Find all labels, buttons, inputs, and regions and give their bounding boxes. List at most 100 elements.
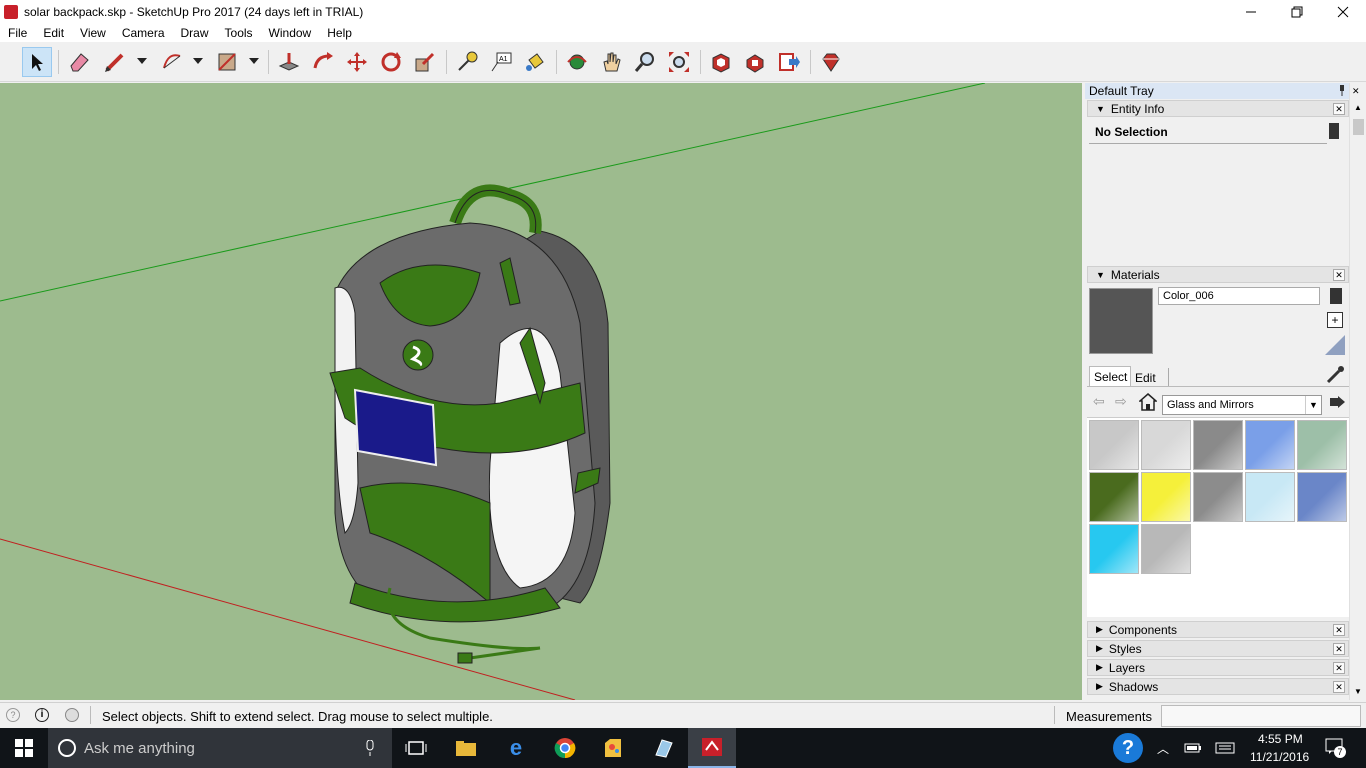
rotate-tool-button[interactable] xyxy=(376,47,406,77)
material-name-field[interactable]: Color_006 xyxy=(1158,287,1320,305)
glass-swatch-2[interactable] xyxy=(1141,420,1191,470)
restore-button[interactable] xyxy=(1274,0,1320,24)
file-explorer-button[interactable] xyxy=(454,736,478,760)
battery-icon[interactable] xyxy=(1181,736,1205,760)
glass-swatch-3[interactable] xyxy=(1193,420,1243,470)
cortana-search-box[interactable]: Ask me anything xyxy=(48,728,392,768)
snipping-tool-button[interactable] xyxy=(651,736,675,760)
user-account-icon[interactable] xyxy=(65,708,79,722)
chrome-browser-button[interactable] xyxy=(553,736,577,760)
glass-swatch-1[interactable] xyxy=(1089,420,1139,470)
close-icon[interactable]: ✕ xyxy=(1333,624,1345,636)
back-arrow-icon[interactable]: ⇦ xyxy=(1093,393,1105,410)
send-to-layout-button[interactable] xyxy=(774,47,804,77)
menu-draw[interactable]: Draw xyxy=(173,26,217,40)
glass-swatch-5[interactable] xyxy=(1297,420,1347,470)
zoom-tool-button[interactable] xyxy=(630,47,660,77)
extension-warehouse-button[interactable] xyxy=(740,47,770,77)
3d-warehouse-button[interactable] xyxy=(706,47,736,77)
glass-swatch-9[interactable] xyxy=(1245,472,1295,522)
clock-date[interactable]: 11/21/2016 xyxy=(1250,750,1309,764)
start-button[interactable] xyxy=(12,736,36,760)
close-icon[interactable]: ✕ xyxy=(1333,662,1345,674)
styles-header[interactable]: ▶ Styles ✕ xyxy=(1087,640,1349,657)
tray-scrollbar[interactable]: ✕ ▲ ▼ xyxy=(1349,83,1366,700)
action-center-button[interactable]: 7 xyxy=(1325,738,1347,758)
paint-app-button[interactable] xyxy=(601,736,625,760)
scene-canvas[interactable] xyxy=(0,83,1082,700)
line-tool-dropdown[interactable] xyxy=(137,58,147,64)
rectangle-tool-dropdown[interactable] xyxy=(249,58,259,64)
menu-help[interactable]: Help xyxy=(319,26,360,40)
default-material-icon[interactable] xyxy=(1325,335,1345,355)
close-icon[interactable]: ✕ xyxy=(1333,681,1345,693)
tab-select[interactable]: Select xyxy=(1089,366,1131,386)
layers-header[interactable]: ▶ Layers ✕ xyxy=(1087,659,1349,676)
sketchup-taskbar-button[interactable] xyxy=(688,728,736,768)
glass-swatch-12[interactable] xyxy=(1141,524,1191,574)
forward-arrow-icon[interactable]: ⇨ xyxy=(1115,393,1127,410)
pin-icon[interactable] xyxy=(1337,84,1347,99)
menu-camera[interactable]: Camera xyxy=(114,26,173,40)
select-tool-button[interactable] xyxy=(22,47,52,77)
eraser-tool-button[interactable] xyxy=(64,47,94,77)
zoom-extents-tool-button[interactable] xyxy=(664,47,694,77)
eyedropper-icon[interactable] xyxy=(1325,364,1345,384)
glass-swatch-6[interactable] xyxy=(1089,472,1139,522)
help-circle-icon[interactable]: ? xyxy=(1113,733,1143,763)
line-tool-button[interactable] xyxy=(100,47,130,77)
create-material-icon[interactable]: + xyxy=(1327,312,1343,328)
task-view-button[interactable] xyxy=(404,736,428,760)
materials-header[interactable]: ▼ Materials ✕ xyxy=(1087,266,1349,283)
home-icon[interactable] xyxy=(1139,393,1157,411)
close-button[interactable] xyxy=(1320,0,1366,24)
menu-file[interactable]: File xyxy=(0,26,35,40)
close-icon[interactable]: ✕ xyxy=(1352,86,1360,97)
shadows-header[interactable]: ▶ Shadows ✕ xyxy=(1087,678,1349,695)
menu-window[interactable]: Window xyxy=(261,26,320,40)
modeling-viewport[interactable] xyxy=(0,83,1082,700)
menu-edit[interactable]: Edit xyxy=(35,26,72,40)
tab-edit[interactable]: Edit xyxy=(1131,368,1169,386)
arc-tool-button[interactable] xyxy=(157,47,187,77)
menu-view[interactable]: View xyxy=(72,26,114,40)
glass-swatch-10[interactable] xyxy=(1297,472,1347,522)
details-arrow-icon[interactable] xyxy=(1328,393,1346,411)
info-icon[interactable]: i xyxy=(35,708,49,722)
move-tool-button[interactable] xyxy=(342,47,372,77)
glass-swatch-8[interactable] xyxy=(1193,472,1243,522)
rectangle-tool-button[interactable] xyxy=(212,47,242,77)
close-icon[interactable]: ✕ xyxy=(1333,269,1345,281)
glass-swatch-4[interactable] xyxy=(1245,420,1295,470)
scale-tool-button[interactable] xyxy=(410,47,440,77)
geo-location-icon[interactable]: ? xyxy=(6,708,20,722)
clock-time[interactable]: 4:55 PM xyxy=(1258,732,1303,746)
close-icon[interactable]: ✕ xyxy=(1333,103,1345,115)
arc-tool-dropdown[interactable] xyxy=(193,58,203,64)
scroll-down-icon[interactable]: ▼ xyxy=(1354,687,1362,696)
show-hidden-icons-chevron-icon[interactable]: ︿ xyxy=(1151,736,1175,760)
pan-tool-button[interactable] xyxy=(596,47,626,77)
follow-me-tool-button[interactable] xyxy=(308,47,338,77)
keyboard-icon[interactable] xyxy=(1213,736,1237,760)
entity-info-header[interactable]: ▼ Entity Info ✕ xyxy=(1087,100,1349,117)
close-icon[interactable]: ✕ xyxy=(1333,643,1345,655)
minimize-button[interactable] xyxy=(1228,0,1274,24)
scroll-thumb[interactable] xyxy=(1353,119,1364,135)
push-pull-tool-button[interactable] xyxy=(274,47,304,77)
display-secondary-icon[interactable] xyxy=(1330,288,1342,304)
orbit-tool-button[interactable] xyxy=(562,47,592,77)
material-preview[interactable] xyxy=(1089,288,1153,354)
text-tool-button[interactable]: A1 xyxy=(486,47,516,77)
entity-info-toggle-icon[interactable] xyxy=(1329,123,1339,139)
edge-browser-button[interactable]: e xyxy=(504,735,528,760)
paint-bucket-tool-button[interactable] xyxy=(520,47,550,77)
tape-measure-tool-button[interactable] xyxy=(452,47,482,77)
ruby-console-button[interactable] xyxy=(816,47,846,77)
library-select[interactable]: Glass and Mirrors ▼ xyxy=(1162,395,1322,415)
menu-tools[interactable]: Tools xyxy=(217,26,261,40)
scroll-up-icon[interactable]: ▲ xyxy=(1354,103,1362,112)
glass-swatch-11[interactable] xyxy=(1089,524,1139,574)
measurements-input[interactable] xyxy=(1161,705,1361,727)
glass-swatch-7[interactable] xyxy=(1141,472,1191,522)
